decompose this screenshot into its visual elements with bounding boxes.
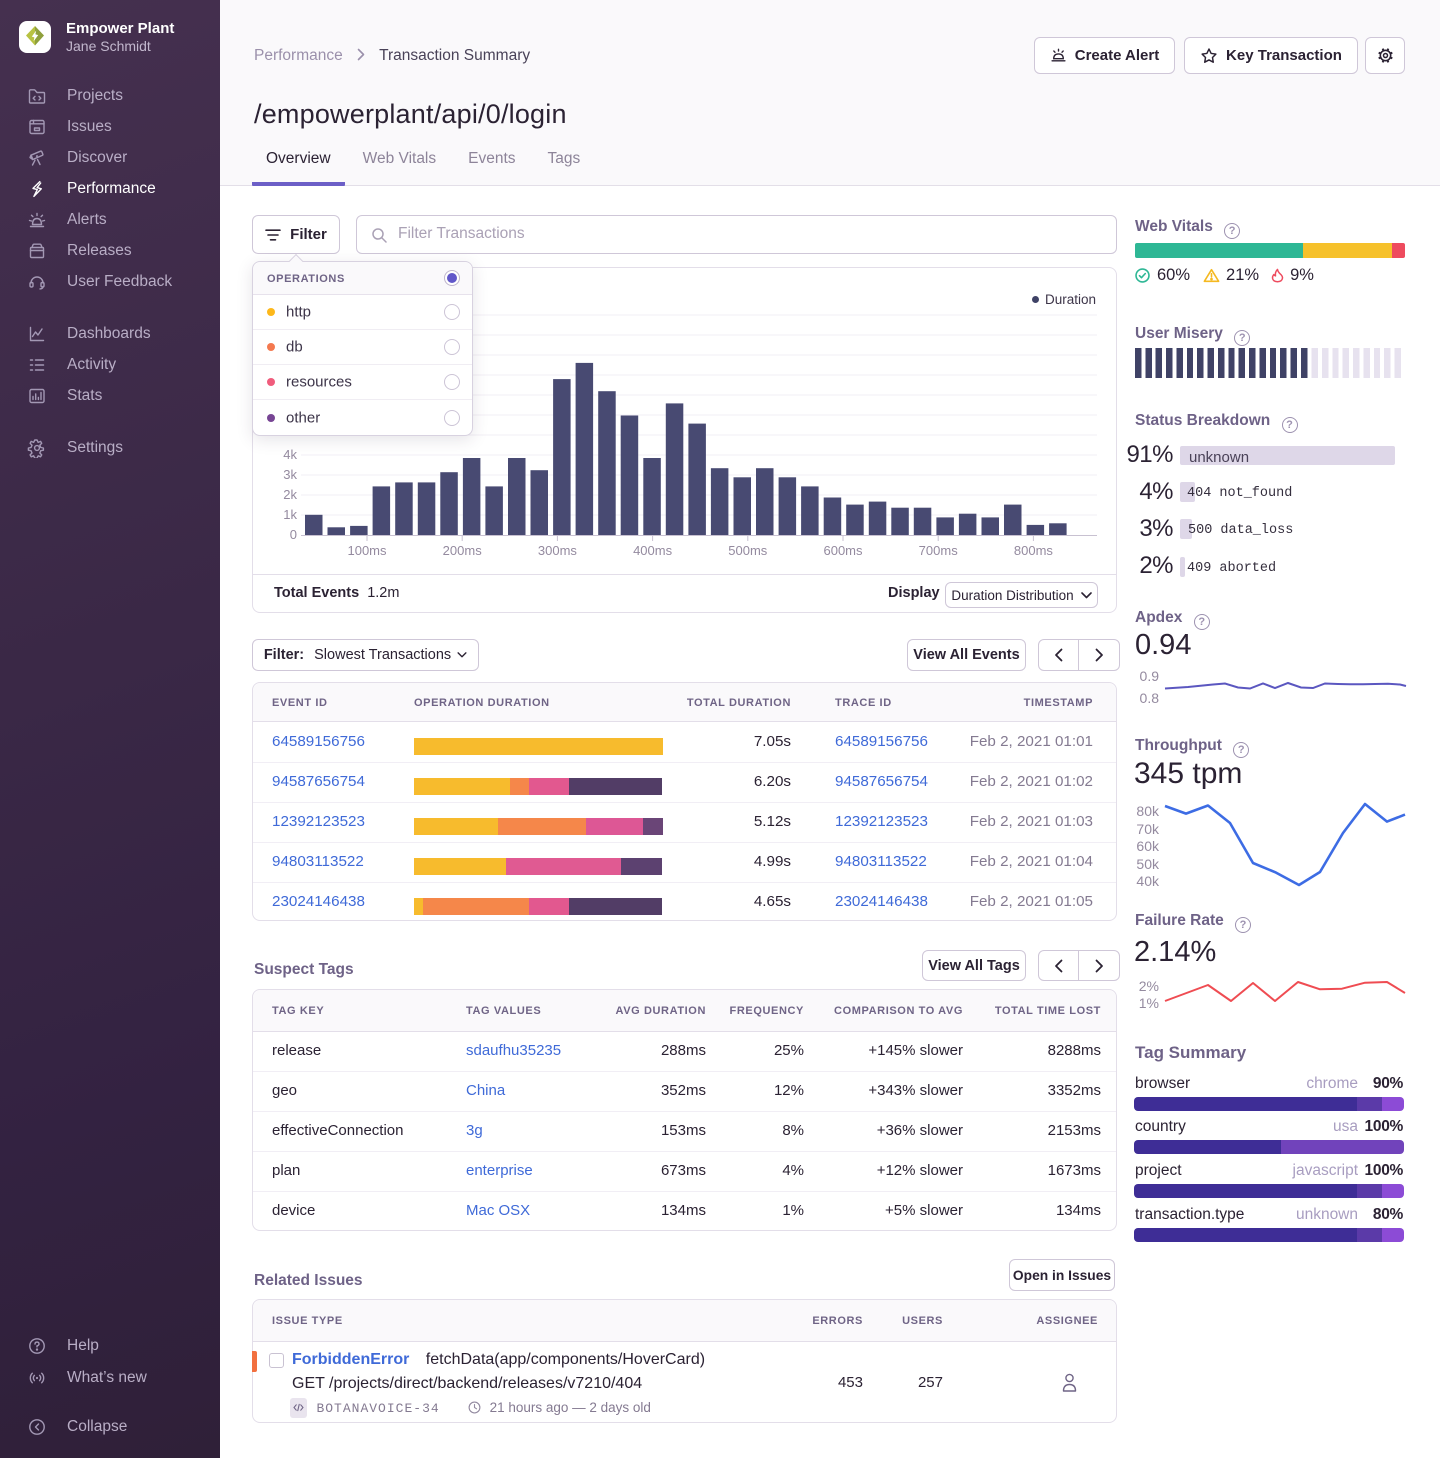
svg-text:200ms: 200ms [443, 543, 483, 558]
svg-text:300ms: 300ms [538, 543, 578, 558]
svg-text:2k: 2k [283, 487, 297, 502]
svg-text:100ms: 100ms [347, 543, 387, 558]
svg-text:1k: 1k [283, 507, 297, 522]
svg-text:400ms: 400ms [633, 543, 673, 558]
svg-text:700ms: 700ms [919, 543, 959, 558]
svg-text:3k: 3k [283, 467, 297, 482]
svg-text:0: 0 [290, 527, 297, 542]
svg-text:500ms: 500ms [728, 543, 768, 558]
svg-text:4k: 4k [283, 447, 297, 462]
svg-text:600ms: 600ms [823, 543, 863, 558]
svg-text:800ms: 800ms [1014, 543, 1054, 558]
